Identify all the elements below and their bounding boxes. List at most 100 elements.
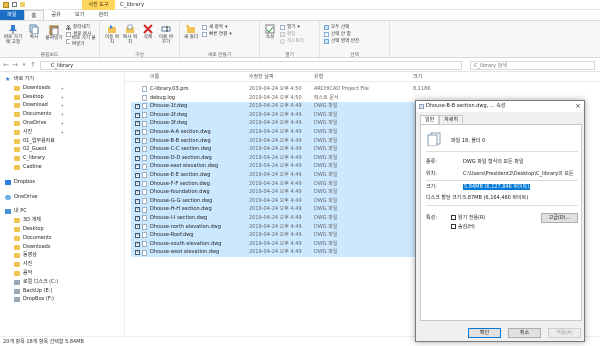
checkbox-box[interactable] [451,224,456,229]
column-type-header[interactable]: 유형 [314,73,323,82]
apply-button[interactable]: 적용(A) [548,328,581,338]
nav-item-download[interactable]: Download ✦ [0,101,124,110]
nav-item-사진[interactable]: 사진 ✦ [0,128,124,137]
cut-button[interactable]: 잘라내기 [66,24,90,30]
nav-item-onedrive[interactable]: OneDrive [0,193,124,202]
table-row[interactable]: ✓ Dhouse-D-D section.dwg 2019-04-24 오후 4:4… [131,153,451,163]
row-checkbox[interactable]: ✓ [135,198,140,204]
column-date-header[interactable]: 수정한 날짜 [249,73,274,82]
forward-arrow-icon[interactable]: → [11,61,19,70]
table-row[interactable]: ✓ Dhouse-E-E section.dwg 2019-04-24 오후 4:4… [131,171,451,180]
row-checkbox[interactable]: ✓ [135,129,140,135]
column-size-header[interactable]: 크기 [413,73,422,82]
table-row[interactable]: ✓ Dhouse-F-F section.dwg 2019-04-24 오후 4:4… [131,179,451,189]
row-checkbox[interactable]: ✓ [135,146,140,152]
open-button[interactable]: 열기 ▾ [280,24,300,30]
context-tab-picture-tools[interactable]: 사진 도구 [82,0,115,10]
history-button[interactable]: 히스토리 [280,38,304,44]
row-checkbox[interactable]: ✓ [135,121,140,127]
nav-item-onedrive[interactable]: OneDrive ✦ [0,119,124,128]
back-arrow-icon[interactable]: ← [2,61,10,70]
table-row[interactable]: ✓ Dhouse-A-A section.dwg 2019-04-24 오후 4:4… [131,128,451,137]
table-row[interactable]: ✓ Dhouse-west elevation.dwg 2019-04-24 오후 … [131,248,451,257]
easy-access-button[interactable]: 빠른 연결 ▾ [202,31,232,37]
properties-quick-icon[interactable] [12,2,17,7]
readonly-checkbox[interactable]: 읽기 전용(R) [451,214,485,221]
edit-button[interactable]: 편집 [280,31,295,37]
row-checkbox[interactable]: ✓ [135,164,140,170]
row-checkbox[interactable]: ✓ [135,250,140,256]
address-input[interactable]: C_library [40,61,462,70]
row-checkbox[interactable]: ✓ [135,112,140,118]
nav-item-3d-개체[interactable]: 3D 개체 [0,216,124,225]
nav-item-음악[interactable]: 음악 [0,269,124,278]
new-folder-quick-icon[interactable] [20,2,25,7]
row-checkbox[interactable]: ✓ [135,241,140,247]
new-item-button[interactable]: 새 항목 ▾ [202,24,227,30]
table-row[interactable]: ✓ Dhouse-east elevation.dwg 2019-04-24 오후 … [131,162,451,171]
up-arrow-icon[interactable]: ↑ [29,61,37,70]
nav-item-documents[interactable]: Documents ✦ [0,110,124,119]
dialog-title-bar[interactable]: Dhouse-B-B section.dwg, ... 속성 [416,101,584,112]
nav-item-documents[interactable]: Documents [0,234,124,243]
move-to-button[interactable]: 이동 위치 [104,24,120,45]
nav-item-사진[interactable]: 사진 [0,260,124,269]
table-row[interactable]: ✓ Dhouse-I-I section.dwg 2019-04-24 오후 4:4… [131,214,451,223]
nav-item-desktop[interactable]: Desktop ✦ [0,93,124,102]
invert-selection-button[interactable]: 선택 영역 반전 [324,38,359,44]
tab-details[interactable]: 자세히 [439,115,464,124]
breadcrumb[interactable]: C_library [51,63,73,69]
hidden-checkbox[interactable]: 숨김(H) [451,223,475,230]
table-row[interactable]: ✓ Dhouse-north elevation.dwg 2019-04-24 오후… [131,222,451,232]
nav-item-바로-가기[interactable]: ★ 바로 가기 [0,75,124,84]
table-row[interactable]: ✓ Dhouse-foundation.dwg 2019-04-24 오후 4:49… [131,188,451,197]
table-row[interactable]: C-library.03.pro 2019-04-24 오후 4:50 ARCHIC… [131,85,451,94]
table-row[interactable]: ✓ Dhouse-1f.dwg 2019-04-24 오후 4:49 DWG 파일 [131,102,451,111]
ok-button[interactable]: 확인 [468,328,501,338]
tab-view[interactable]: 보기 [68,10,92,20]
size-value-text[interactable]: 5.84MB (6,127,846 바이트) [463,184,531,190]
properties-button[interactable]: 속성 [263,24,277,40]
row-checkbox[interactable]: ✓ [135,138,140,144]
tab-home[interactable]: 홈 [23,10,45,20]
pin-quick-access-button[interactable]: 바로 가기에 고정 [3,24,23,45]
row-checkbox[interactable]: ✓ [135,232,140,238]
cancel-button[interactable]: 취소 [508,328,541,338]
row-checkbox[interactable]: ✓ [135,103,140,109]
nav-item-dropbox-f-[interactable]: DropBox (F:) [0,295,124,304]
nav-item-01-업무용자료[interactable]: 01_업무용자료 [0,137,124,146]
new-folder-button[interactable]: 새 폴더 [183,24,199,40]
advanced-button[interactable]: 고급(D)... [541,213,578,223]
nav-item-로컬-디스크-c-[interactable]: 로컬 디스크 (C:) [0,278,124,287]
nav-item-backup-e-[interactable]: BackUp (E:) [0,287,124,296]
table-row[interactable]: ✓ Dhouse-G-G section.dwg 2019-04-24 오후 4:4… [131,196,451,206]
copy-button[interactable]: 복사 [27,24,41,40]
nav-item-02-guest[interactable]: 02_Guest [0,145,124,154]
nav-item-downloads[interactable]: Downloads [0,243,124,252]
row-checkbox[interactable]: ✓ [135,181,140,187]
paste-shortcut-button[interactable]: 바로 가기 붙여넣기 [66,36,99,47]
select-all-button[interactable]: 모두 선택 [324,24,349,30]
row-checkbox[interactable]: ✓ [135,155,140,161]
close-icon[interactable]: × [575,101,581,112]
paste-button[interactable]: 붙여넣기 [45,24,63,41]
row-checkbox[interactable]: ✓ [135,215,140,221]
row-checkbox[interactable]: ✓ [135,207,140,213]
nav-item-downloads[interactable]: Downloads ✦ [0,84,124,93]
search-input[interactable]: C_library 검색 [470,61,595,70]
recent-chevron-icon[interactable]: ▾ [20,61,28,70]
table-row[interactable]: ✓ Dhouse-H-H section.dwg 2019-04-24 오후 4:4… [131,205,451,214]
tab-share[interactable]: 공유 [44,10,68,20]
copy-to-button[interactable]: 복사 위치 [122,24,138,45]
nav-item-cadline[interactable]: Cadline [0,163,124,172]
row-checkbox[interactable]: ✓ [135,189,140,195]
table-row[interactable]: ✓ Dhouse-2f.dwg 2019-04-24 오후 4:49 DWG 파일 [131,110,451,120]
table-row[interactable]: ✓ Dhouse-south elevation.dwg 2019-04-24 오후… [131,239,451,249]
row-checkbox[interactable]: ✓ [135,172,140,178]
nav-item-동영상[interactable]: 동영상 [0,251,124,260]
column-name-header[interactable]: 이름 [150,73,159,82]
table-row[interactable]: ✓ Dhouse-Roof.dwg 2019-04-24 오후 4:49 DWG 파일 [131,231,451,240]
table-row[interactable]: ✓ Dhouse-3f.dwg 2019-04-24 오후 4:49 DWG 파일 [131,119,451,128]
tab-manage[interactable]: 관리 [91,10,115,20]
tab-general[interactable]: 일반 [420,115,440,124]
